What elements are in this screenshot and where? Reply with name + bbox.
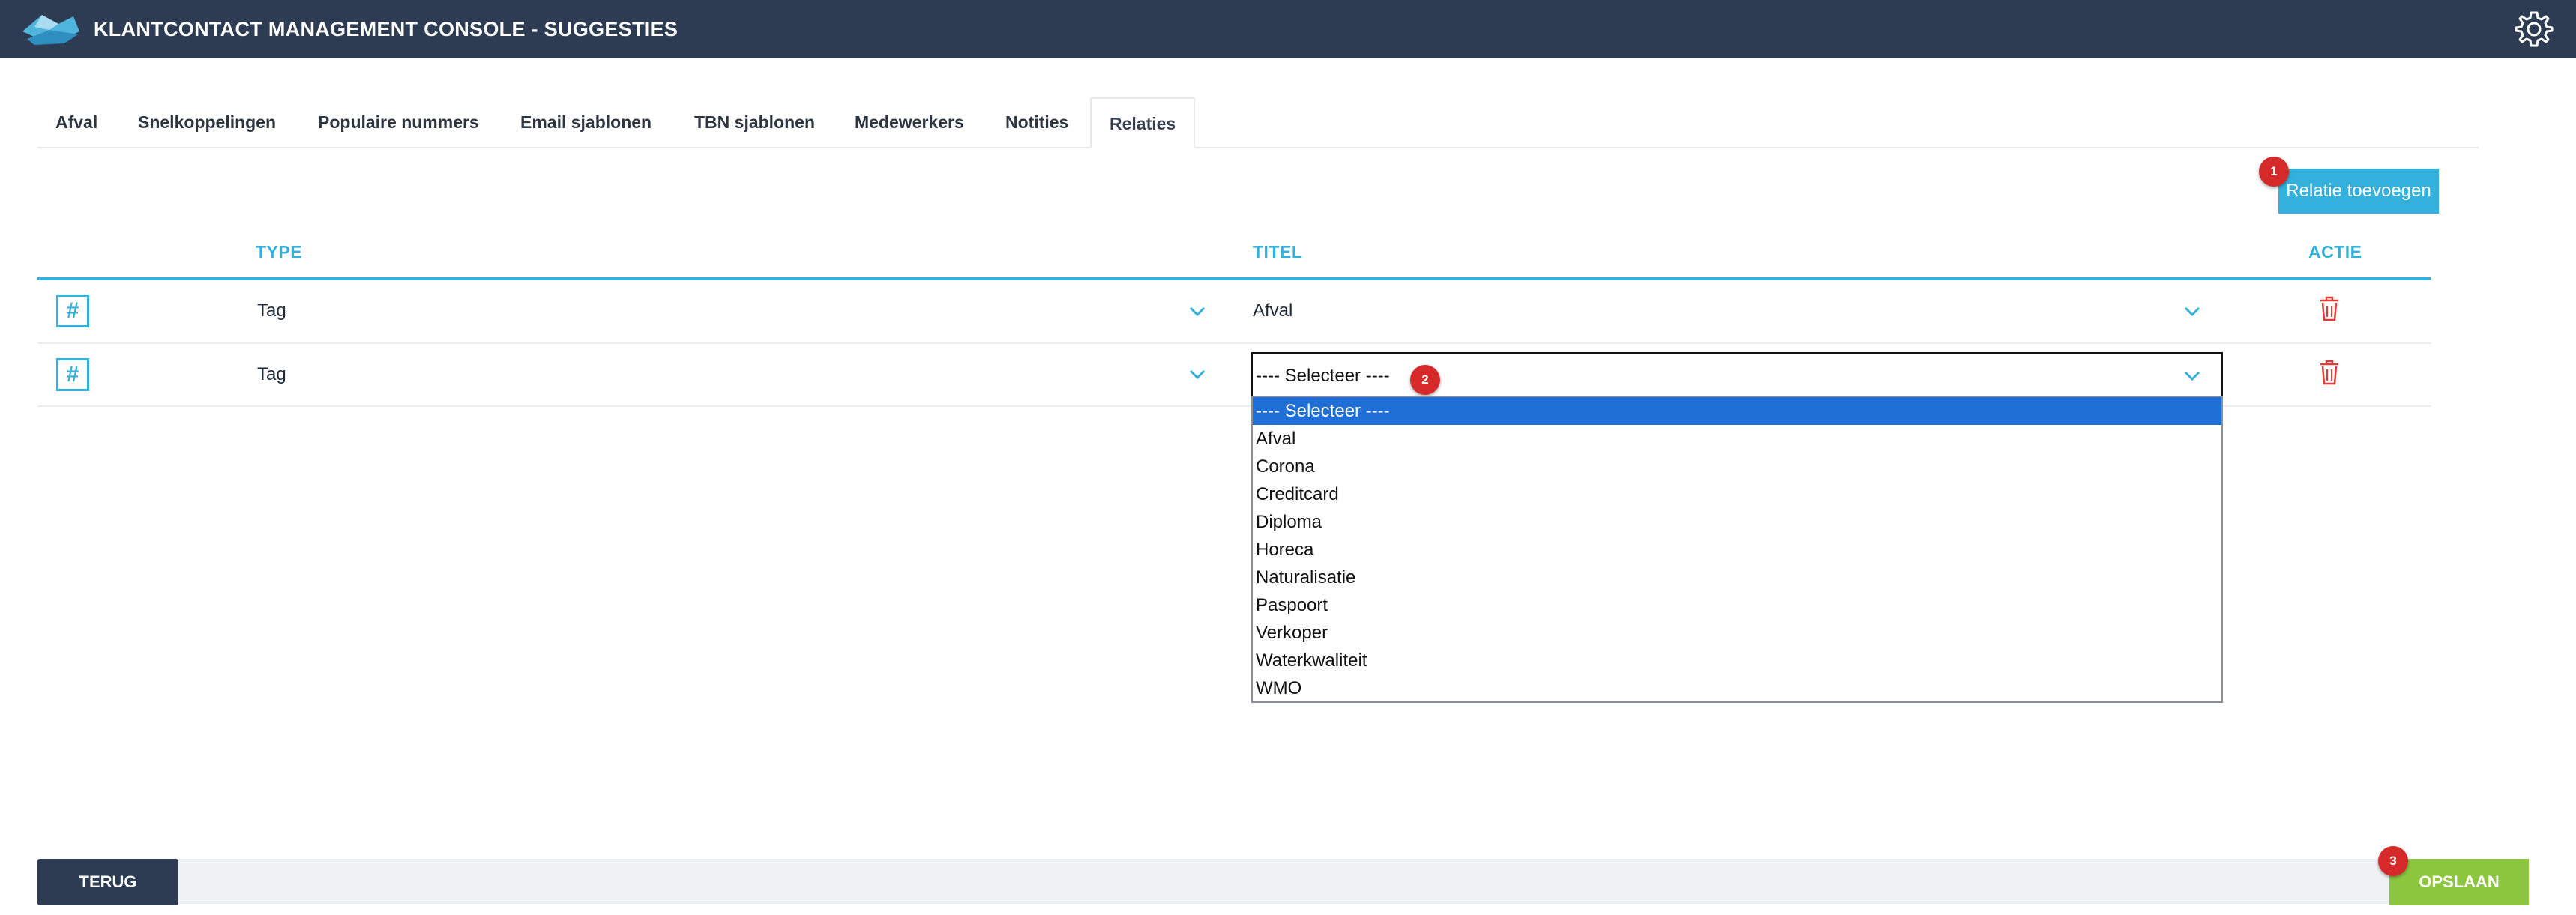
dropdown-option[interactable]: Horeca [1253, 536, 2221, 564]
dropdown-option[interactable]: ---- Selecteer ---- [1253, 397, 2221, 425]
column-header-type: TYPE [256, 242, 303, 262]
row-divider [37, 342, 2431, 344]
dropdown-option[interactable]: Diploma [1253, 508, 2221, 536]
hash-icon: # [56, 358, 89, 391]
dropdown-option[interactable]: Paspoort [1253, 591, 2221, 619]
hash-icon: # [56, 295, 89, 327]
chevron-down-icon[interactable] [1188, 369, 1206, 381]
tab-tbn-sjablonen[interactable]: TBN sjablonen [694, 97, 815, 147]
chevron-down-icon[interactable] [2183, 306, 2201, 318]
row-1-title[interactable]: Afval [1253, 301, 1292, 321]
dropdown-option[interactable]: WMO [1253, 674, 2221, 702]
cloud-logo-icon [22, 15, 79, 45]
trash-icon[interactable] [2318, 359, 2341, 386]
tab-snelkoppelingen[interactable]: Snelkoppelingen [138, 97, 276, 147]
trash-icon[interactable] [2318, 295, 2341, 322]
step-badge-3: 3 [2378, 846, 2408, 876]
row-1-type: Tag [257, 301, 286, 321]
dropdown-option[interactable]: Corona [1253, 453, 2221, 480]
dropdown-option[interactable]: Creditcard [1253, 480, 2221, 508]
column-header-action: ACTIE [2308, 242, 2362, 262]
tab-afval[interactable]: Afval [55, 97, 97, 147]
tab-medewerkers[interactable]: Medewerkers [855, 97, 964, 147]
tab-email-sjablonen[interactable]: Email sjablonen [520, 97, 651, 147]
tab-relaties[interactable]: Relaties [1090, 97, 1196, 148]
step-badge-1: 1 [2259, 157, 2289, 187]
save-button[interactable]: OPSLAAN [2389, 859, 2529, 905]
footer-bar [37, 859, 2528, 904]
step-badge-2: 2 [1410, 365, 1440, 395]
title-dropdown-list: ---- Selecteer ---- Afval Corona Creditc… [1251, 396, 2223, 703]
table-header-divider [37, 277, 2431, 280]
select-value: ---- Selecteer ---- [1256, 366, 1390, 386]
dropdown-option[interactable]: Afval [1253, 425, 2221, 453]
top-bar: KLANTCONTACT MANAGEMENT CONSOLE - SUGGES… [0, 0, 2576, 58]
dropdown-option[interactable]: Verkoper [1253, 619, 2221, 647]
column-header-title: TITEL [1253, 242, 1303, 262]
row-2-type: Tag [257, 364, 286, 384]
back-button[interactable]: TERUG [37, 859, 178, 905]
add-relation-button[interactable]: Relatie toevoegen [2278, 169, 2439, 214]
dropdown-option[interactable]: Waterkwaliteit [1253, 647, 2221, 674]
title-select[interactable]: ---- Selecteer ---- [1251, 352, 2223, 397]
tab-bar: Afval Snelkoppelingen Populaire nummers … [37, 97, 2479, 148]
chevron-down-icon[interactable] [1188, 306, 1206, 318]
gear-icon[interactable] [2514, 9, 2554, 49]
chevron-down-icon[interactable] [2183, 370, 2201, 382]
page-title: KLANTCONTACT MANAGEMENT CONSOLE - SUGGES… [94, 18, 678, 40]
dropdown-option[interactable]: Naturalisatie [1253, 564, 2221, 591]
tab-notities[interactable]: Notities [1005, 97, 1068, 147]
tab-populaire-nummers[interactable]: Populaire nummers [318, 97, 479, 147]
